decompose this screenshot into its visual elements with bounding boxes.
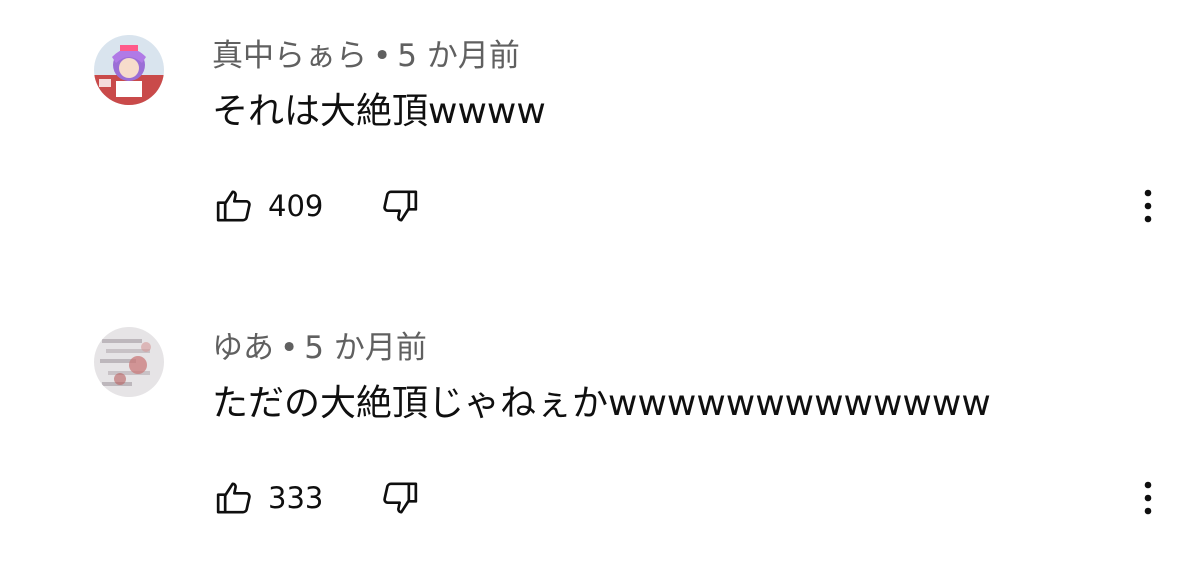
comment-text: ただの大絶頂じゃねぇかwwwwwwwwwwwww [212,383,991,424]
more-vert-icon [1144,189,1152,223]
comment-thread: 真中らぁら • 5 か月前 それは大絶頂wwww 409 [0,0,1199,270]
comment-menu-button[interactable] [1128,476,1168,520]
dislike-button[interactable] [378,184,422,228]
comment-time[interactable]: 5 か月前 [397,38,520,74]
thumbs-down-icon [383,482,418,514]
thumbs-up-icon [216,190,251,222]
comment-meta: 真中らぁら • 5 か月前 [212,36,520,76]
comment-meta: ゆあ • 5 か月前 [212,328,427,368]
comment-time[interactable]: 5 か月前 [304,330,427,366]
like-button[interactable] [212,476,256,520]
thumbs-down-icon [383,190,418,222]
thumbs-up-icon [216,482,251,514]
meta-separator: • [373,38,392,74]
comment-menu-button[interactable] [1128,184,1168,228]
more-vert-icon [1144,481,1152,515]
author-name[interactable]: 真中らぁら [212,38,367,74]
like-count: 409 [268,189,324,223]
comment-actions: 409 [212,184,422,228]
meta-separator: • [280,330,299,366]
like-count: 333 [268,481,324,515]
avatar[interactable] [94,327,164,397]
comment-text: それは大絶頂wwww [212,91,546,132]
comment-actions: 333 [212,476,422,520]
avatar[interactable] [94,35,164,105]
like-button[interactable] [212,184,256,228]
author-name[interactable]: ゆあ [212,330,274,366]
dislike-button[interactable] [378,476,422,520]
comment-thread: ゆあ • 5 か月前 ただの大絶頂じゃねぇかwwwwwwwwwwwww 333 [0,292,1199,562]
